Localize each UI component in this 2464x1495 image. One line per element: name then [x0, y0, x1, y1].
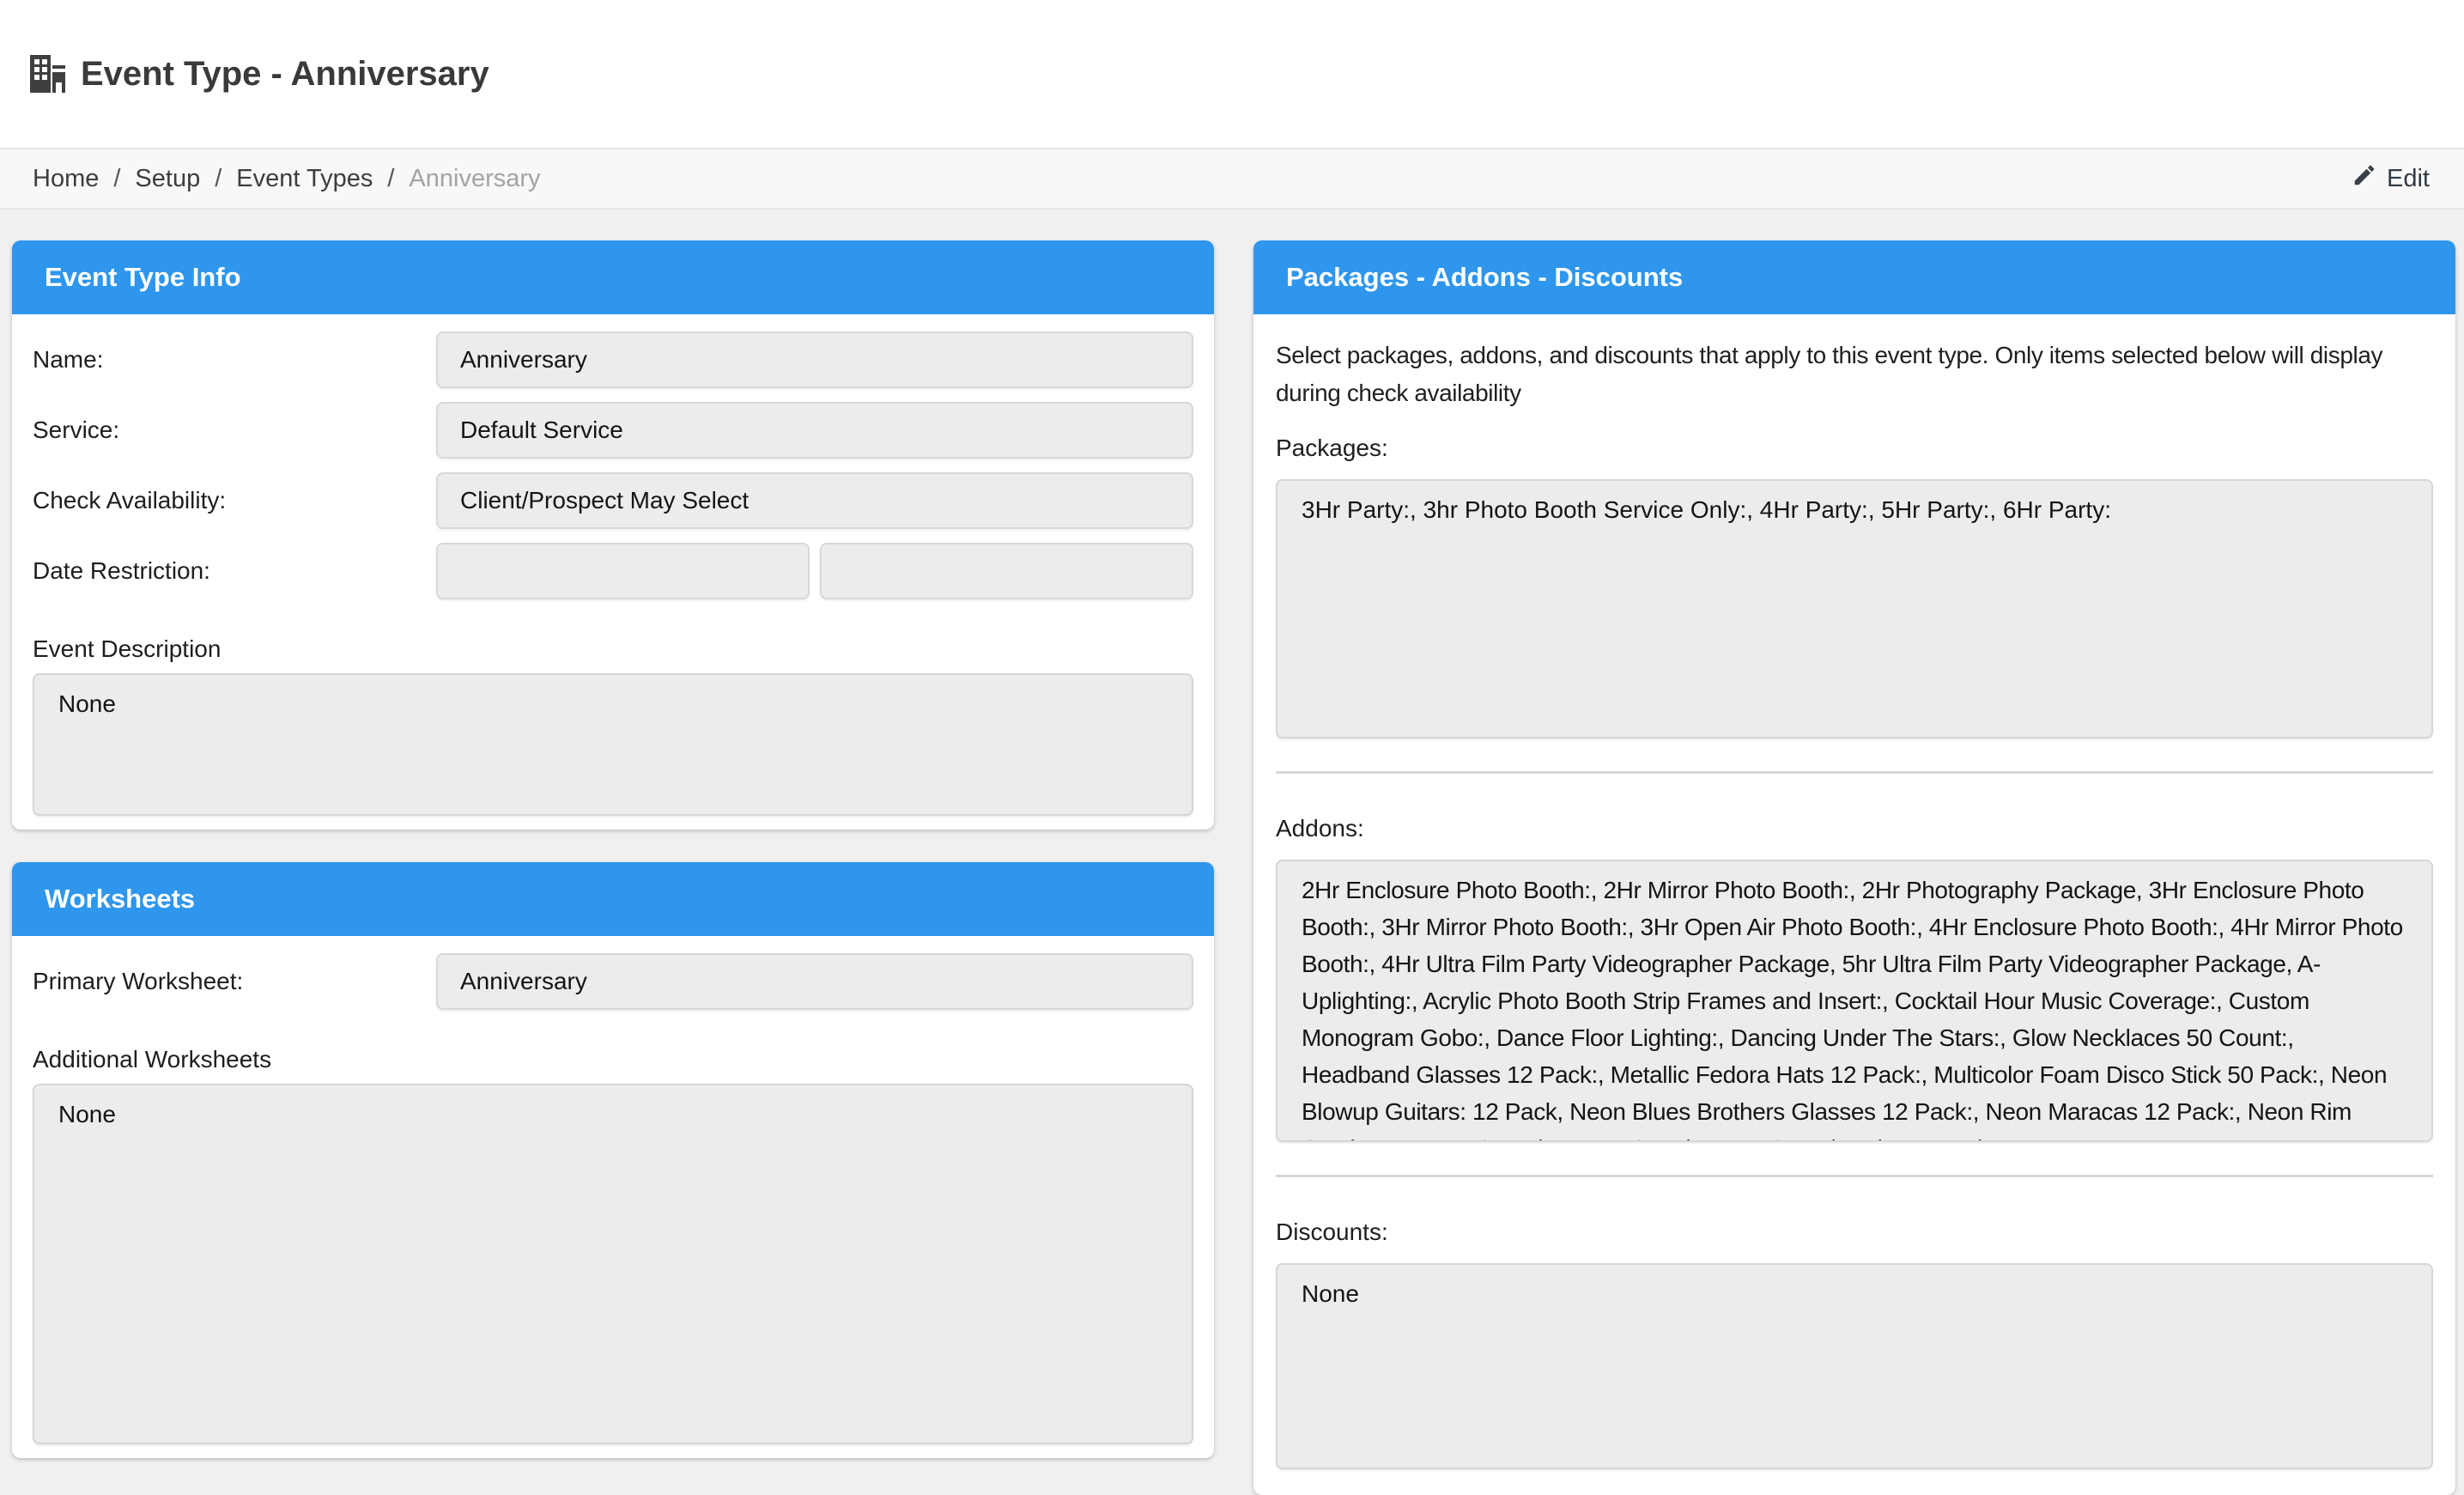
right-column: Packages - Addons - Discounts Select pac… [1253, 240, 2455, 1495]
worksheets-panel-title: Worksheets [12, 862, 1214, 936]
packages-addons-discounts-title: Packages - Addons - Discounts [1253, 240, 2455, 314]
event-description-label: Event Description [33, 635, 1193, 663]
breadcrumb-separator: / [215, 165, 222, 193]
pencil-icon [2352, 162, 2377, 195]
primary-worksheet-value: Anniversary [436, 953, 1193, 1010]
left-column: Event Type Info Name: Anniversary Servic… [12, 240, 1214, 1458]
event-type-info-panel: Event Type Info Name: Anniversary Servic… [12, 240, 1214, 830]
breadcrumb: Home / Setup / Event Types / Anniversary [33, 165, 541, 193]
edit-label: Edit [2387, 165, 2430, 193]
page: Event Type - Anniversary Home / Setup / … [0, 0, 2464, 1495]
check-availability-value: Client/Prospect May Select [436, 472, 1193, 529]
check-availability-label: Check Availability: [33, 487, 426, 514]
breadcrumb-separator: / [387, 165, 394, 193]
discounts-value: None [1276, 1263, 2433, 1469]
packages-label: Packages: [1276, 435, 2433, 462]
date-restriction-end-value [820, 543, 1193, 599]
worksheets-panel-body: Primary Worksheet: Anniversary Additiona… [12, 936, 1214, 1458]
field-row-service: Service: Default Service [33, 402, 1193, 459]
edit-button[interactable]: Edit [2352, 162, 2430, 195]
service-label: Service: [33, 416, 426, 444]
name-label: Name: [33, 346, 426, 374]
section-divider [1276, 1175, 2433, 1177]
main-content: Event Type Info Name: Anniversary Servic… [0, 210, 2464, 1495]
packages-addons-discounts-body: Select packages, addons, and discounts t… [1253, 314, 2455, 1495]
additional-worksheets-label: Additional Worksheets [33, 1046, 1193, 1073]
packages-addons-discounts-panel: Packages - Addons - Discounts Select pac… [1253, 240, 2455, 1495]
field-row-check-availability: Check Availability: Client/Prospect May … [33, 472, 1193, 529]
service-value: Default Service [436, 402, 1193, 459]
event-type-info-panel-title: Event Type Info [12, 240, 1214, 314]
breadcrumb-current: Anniversary [409, 165, 540, 193]
breadcrumb-home[interactable]: Home [33, 165, 99, 193]
date-restriction-start-value [436, 543, 810, 599]
event-description-value: None [33, 673, 1193, 816]
field-row-primary-worksheet: Primary Worksheet: Anniversary [33, 953, 1193, 1010]
breadcrumb-separator: / [113, 165, 120, 193]
section-divider [1276, 771, 2433, 774]
event-type-info-panel-body: Name: Anniversary Service: Default Servi… [12, 314, 1214, 830]
panel-description: Select packages, addons, and discounts t… [1276, 337, 2433, 412]
field-row-name: Name: Anniversary [33, 331, 1193, 388]
packages-value: 3Hr Party:, 3hr Photo Booth Service Only… [1276, 479, 2433, 738]
addons-value: 2Hr Enclosure Photo Booth:, 2Hr Mirror P… [1276, 860, 2433, 1142]
breadcrumb-event-types[interactable]: Event Types [236, 165, 373, 193]
breadcrumb-bar: Home / Setup / Event Types / Anniversary… [0, 148, 2464, 210]
name-value: Anniversary [436, 331, 1193, 388]
worksheets-panel: Worksheets Primary Worksheet: Anniversar… [12, 862, 1214, 1458]
addons-label: Addons: [1276, 815, 2433, 842]
date-restriction-label: Date Restriction: [33, 557, 426, 585]
page-title: Event Type - Anniversary [81, 55, 489, 94]
page-header: Event Type - Anniversary [0, 0, 2464, 148]
field-row-date-restriction: Date Restriction: [33, 543, 1193, 599]
breadcrumb-setup[interactable]: Setup [135, 165, 200, 193]
discounts-label: Discounts: [1276, 1218, 2433, 1246]
primary-worksheet-label: Primary Worksheet: [33, 968, 426, 995]
additional-worksheets-value: None [33, 1084, 1193, 1444]
building-icon [27, 55, 67, 93]
